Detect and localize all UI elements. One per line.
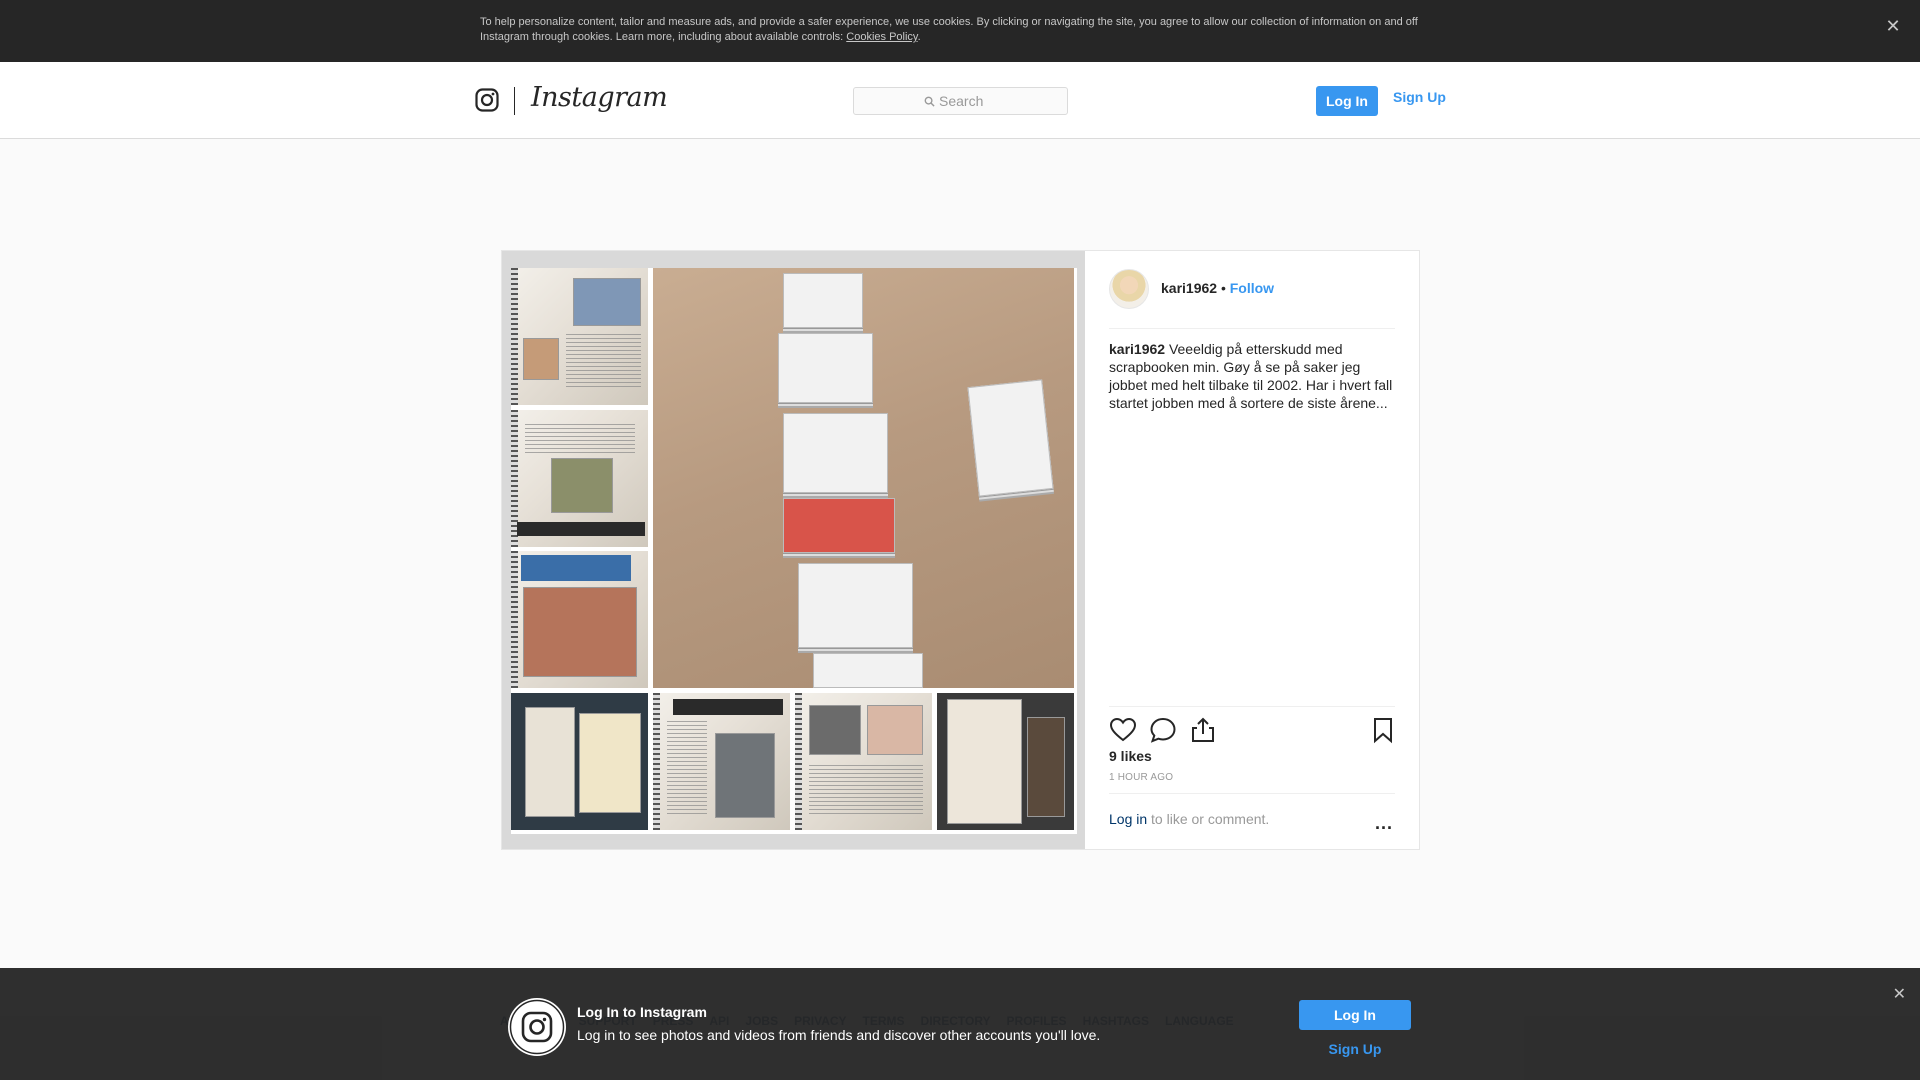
close-icon[interactable]: ✕	[1893, 984, 1906, 1004]
search-icon	[924, 96, 935, 107]
login-bar: Log In to Instagram Log in to see photos…	[0, 968, 1920, 1080]
collage-tile-3	[511, 551, 648, 688]
caption-username[interactable]: kari1962	[1109, 341, 1165, 357]
divider	[1109, 793, 1395, 794]
post-timestamp: 1 HOUR AGO	[1109, 772, 1174, 783]
login-link[interactable]: Log in	[1109, 811, 1147, 827]
collage-tile-7	[937, 693, 1074, 830]
comment-icon[interactable]	[1149, 716, 1177, 744]
post-photo[interactable]	[502, 251, 1085, 849]
login-bar-login-button[interactable]: Log In	[1299, 1000, 1411, 1030]
collage-tile-5	[653, 693, 790, 830]
search-box[interactable]	[853, 87, 1068, 115]
cookie-text: To help personalize content, tailor and …	[480, 15, 1440, 45]
cookies-policy-link[interactable]: Cookies Policy	[846, 31, 917, 43]
owner-username[interactable]: kari1962	[1161, 280, 1217, 296]
follow-button[interactable]: Follow	[1230, 280, 1274, 296]
signup-link[interactable]: Sign Up	[1393, 89, 1446, 105]
collage-tile-6	[795, 693, 932, 830]
login-bar-title: Log In to Instagram	[577, 1004, 707, 1020]
close-icon[interactable]: ✕	[1882, 15, 1904, 37]
share-icon[interactable]	[1189, 716, 1217, 744]
post-sidebar: kari1962 • Follow kari1962 Veeeldig på e…	[1085, 251, 1419, 849]
login-prompt: Log in to like or comment.	[1109, 811, 1269, 827]
avatar[interactable]	[1109, 269, 1149, 309]
post-caption: kari1962 Veeeldig på etterskudd med scra…	[1109, 340, 1399, 412]
cookie-banner: To help personalize content, tailor and …	[0, 0, 1920, 62]
top-nav: Instagram Log In Sign Up	[0, 62, 1920, 139]
login-bar-signup-link[interactable]: Sign Up	[1299, 1041, 1411, 1057]
login-bar-subtitle: Log in to see photos and videos from fri…	[577, 1027, 1101, 1043]
likes-count[interactable]: 9 likes	[1109, 748, 1152, 764]
cookie-end: .	[917, 31, 921, 43]
login-prompt-text: to like or comment.	[1147, 811, 1270, 827]
post-actions	[1109, 716, 1395, 748]
post-card: kari1962 • Follow kari1962 Veeeldig på e…	[501, 250, 1420, 850]
instagram-app-icon	[508, 998, 566, 1056]
login-button[interactable]: Log In	[1316, 86, 1378, 116]
collage-tile-4	[511, 693, 648, 830]
divider	[1109, 706, 1395, 707]
collage-tile-1	[511, 268, 648, 405]
post-header: kari1962 • Follow	[1161, 280, 1274, 296]
collage-main-photo	[653, 268, 1074, 688]
separator-dot: •	[1217, 280, 1230, 296]
photo-collage	[511, 268, 1077, 834]
more-options-button[interactable]: ...	[1375, 813, 1393, 834]
instagram-wordmark[interactable]: Instagram	[531, 82, 668, 113]
logo-divider	[514, 87, 515, 115]
collage-tile-2	[511, 410, 648, 547]
search-input[interactable]	[939, 93, 1049, 109]
cookie-message: To help personalize content, tailor and …	[480, 16, 1418, 43]
divider	[1109, 328, 1395, 329]
heart-icon[interactable]	[1109, 716, 1137, 744]
instagram-glyph-icon[interactable]	[475, 88, 499, 112]
bookmark-icon[interactable]	[1369, 716, 1397, 744]
